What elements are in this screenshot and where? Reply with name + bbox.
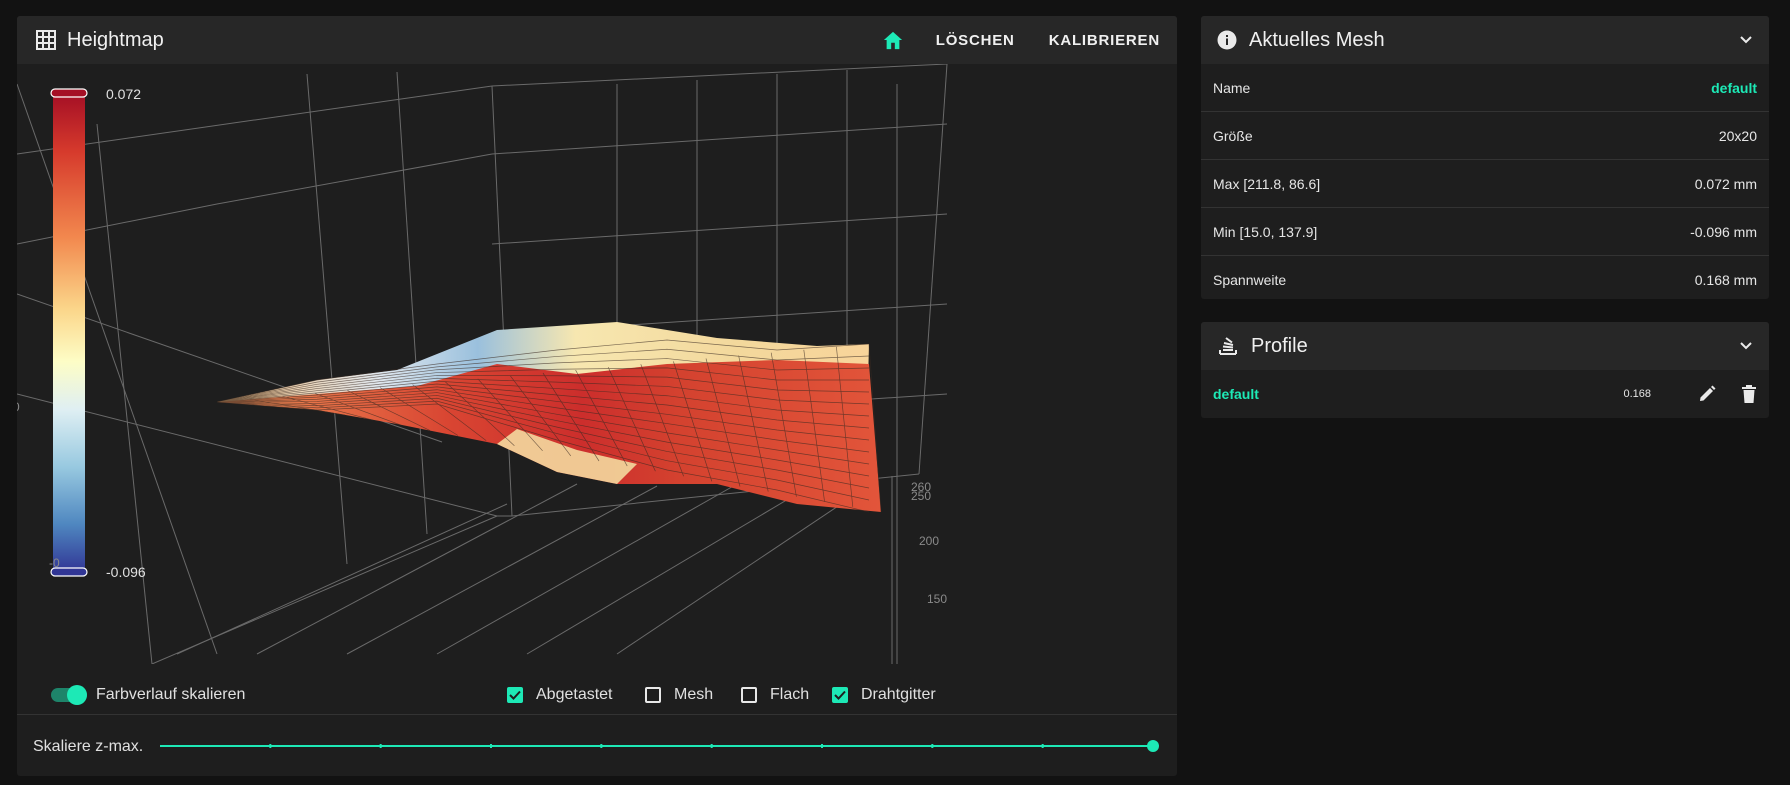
axis-tick-label: 150 bbox=[927, 592, 947, 606]
switch[interactable] bbox=[51, 685, 87, 705]
checkbox-wireframe-label: Drahtgitter bbox=[861, 686, 936, 703]
row-label: Name bbox=[1213, 79, 1251, 96]
checkbox-mesh[interactable]: Mesh bbox=[645, 676, 713, 714]
scale-gradient-toggle[interactable]: Farbverlauf skalieren bbox=[51, 676, 245, 714]
delete-icon[interactable] bbox=[1741, 384, 1757, 404]
row-value: -0.096 mm bbox=[1690, 223, 1757, 240]
pencil-icon[interactable] bbox=[1697, 384, 1717, 404]
chevron-down-icon[interactable] bbox=[1739, 35, 1753, 45]
axis-tick-label: -0 bbox=[49, 556, 60, 570]
row-value: 0.168 mm bbox=[1694, 271, 1757, 288]
heightmap-plot[interactable]: 0.072 -0.096 260 250 200 150 0 -0 bbox=[17, 64, 1177, 664]
zmax-slider-row: Skaliere z-max. bbox=[17, 714, 1177, 776]
mesh-row-size: Größe 20x20 bbox=[1201, 112, 1769, 160]
current-mesh-table: Name default Größe 20x20 Max [211.8, 86.… bbox=[1201, 64, 1769, 299]
current-mesh-title: Aktuelles Mesh bbox=[1249, 28, 1385, 51]
checkbox-wireframe[interactable]: Drahtgitter bbox=[832, 676, 936, 714]
checkbox-probed-label: Abgetastet bbox=[536, 686, 613, 703]
row-label: Min [15.0, 137.9] bbox=[1213, 223, 1318, 240]
row-label: Größe bbox=[1213, 127, 1253, 144]
checkbox-flat[interactable]: Flach bbox=[741, 676, 809, 714]
checkbox-empty-icon[interactable] bbox=[741, 687, 757, 703]
colorbar-min-label: -0.096 bbox=[106, 564, 146, 580]
current-mesh-header[interactable]: Aktuelles Mesh bbox=[1201, 16, 1769, 64]
heightmap-header: Heightmap LÖSCHEN KALIBRIEREN bbox=[17, 16, 1177, 64]
stack-icon bbox=[1217, 335, 1239, 357]
axis-tick-label: 200 bbox=[919, 534, 939, 548]
heightmap-card: Heightmap LÖSCHEN KALIBRIEREN 0.072 -0.0… bbox=[17, 16, 1177, 776]
grid-icon bbox=[35, 29, 57, 51]
row-label: Max [211.8, 86.6] bbox=[1213, 175, 1321, 192]
mesh-row-range: Spannweite 0.168 mm bbox=[1201, 256, 1769, 299]
clear-button[interactable]: LÖSCHEN bbox=[936, 32, 1015, 49]
profiles-title: Profile bbox=[1251, 334, 1308, 357]
row-value: default bbox=[1711, 79, 1757, 96]
colorbar bbox=[50, 88, 88, 577]
scale-gradient-label: Farbverlauf skalieren bbox=[96, 686, 246, 703]
mesh-row-name: Name default bbox=[1201, 64, 1769, 112]
checkbox-mesh-label: Mesh bbox=[674, 686, 714, 703]
heightmap-3d-surface[interactable]: 0.072 -0.096 260 250 200 150 0 -0 bbox=[17, 64, 1177, 664]
row-value: 20x20 bbox=[1718, 127, 1757, 144]
slider-thumb[interactable] bbox=[1147, 740, 1159, 752]
checkbox-flat-label: Flach bbox=[770, 686, 810, 703]
mesh-row-min: Min [15.0, 137.9] -0.096 mm bbox=[1201, 208, 1769, 256]
zmax-slider[interactable] bbox=[17, 715, 1177, 776]
profiles-card: Profile default 0.168 bbox=[1201, 322, 1769, 418]
home-icon[interactable] bbox=[882, 30, 904, 50]
chevron-down-icon[interactable] bbox=[1739, 341, 1753, 351]
row-label: Spannweite bbox=[1213, 271, 1287, 288]
mesh-row-max: Max [211.8, 86.6] 0.072 mm bbox=[1201, 160, 1769, 208]
info-icon bbox=[1217, 30, 1237, 50]
profiles-header[interactable]: Profile bbox=[1201, 322, 1769, 370]
profile-name[interactable]: default bbox=[1213, 386, 1259, 402]
heightmap-options: Farbverlauf skalieren Abgetastet Mesh Fl… bbox=[17, 676, 1177, 714]
colorbar-max-label: 0.072 bbox=[106, 86, 141, 102]
checkbox-checked-icon[interactable] bbox=[832, 687, 848, 703]
row-value: 0.072 mm bbox=[1694, 175, 1757, 192]
checkbox-empty-icon[interactable] bbox=[645, 687, 661, 703]
axis-tick-label: 0 bbox=[17, 400, 20, 414]
axis-tick-label: 250 bbox=[911, 489, 931, 503]
profile-range: 0.168 bbox=[1623, 388, 1651, 400]
checkbox-probed[interactable]: Abgetastet bbox=[507, 676, 613, 714]
checkbox-checked-icon[interactable] bbox=[507, 687, 523, 703]
calibrate-button[interactable]: KALIBRIEREN bbox=[1049, 32, 1160, 49]
current-mesh-card: Aktuelles Mesh Name default Größe 20x20 … bbox=[1201, 16, 1769, 299]
profile-item[interactable]: default 0.168 bbox=[1201, 370, 1769, 418]
heightmap-title: Heightmap bbox=[67, 28, 164, 51]
